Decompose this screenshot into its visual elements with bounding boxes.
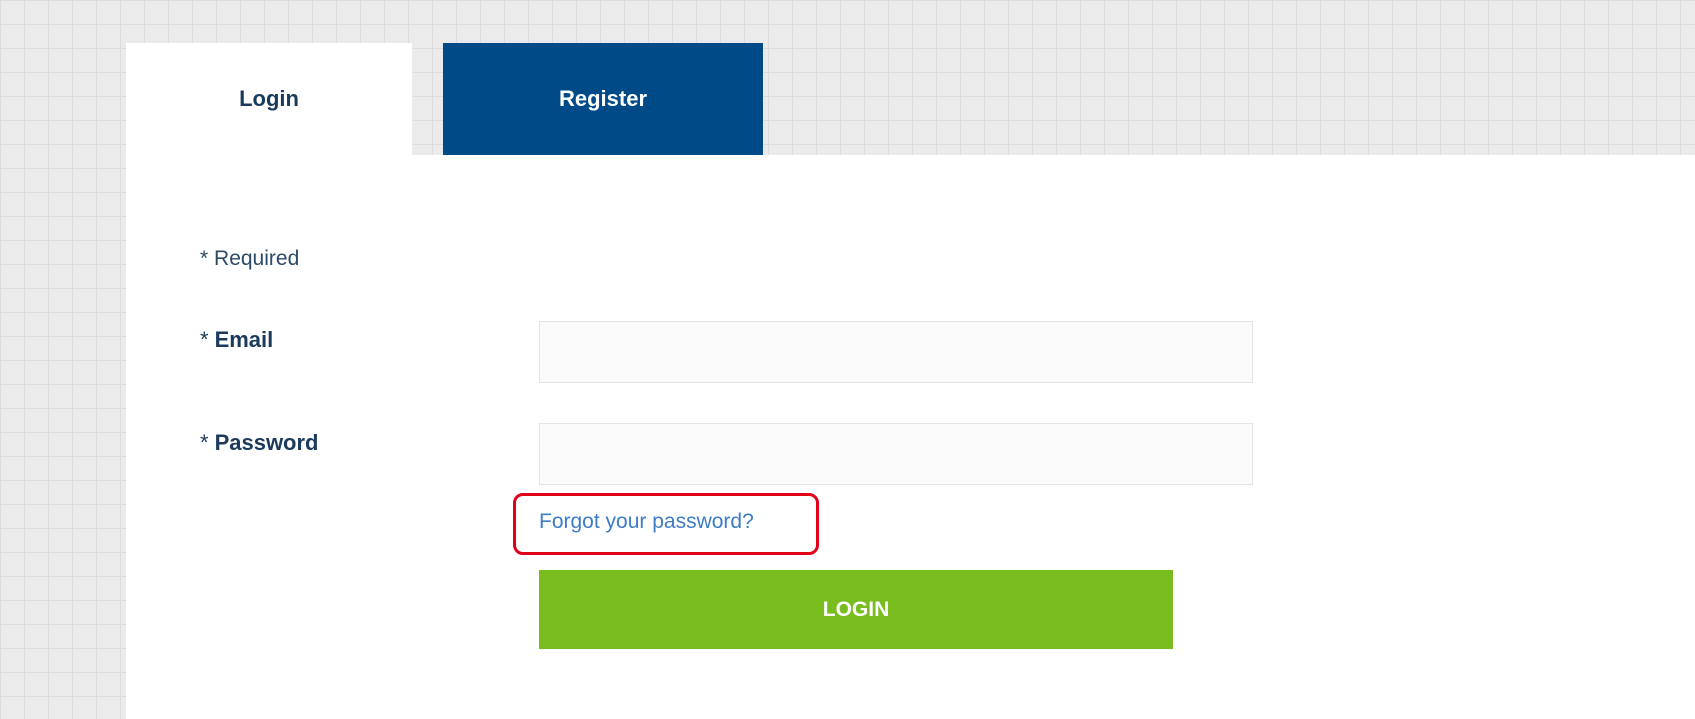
email-label-text: Email <box>214 327 274 352</box>
tab-register-label: Register <box>558 86 648 111</box>
login-button[interactable]: LOGIN <box>539 570 1173 649</box>
required-note-text: Required <box>214 247 300 270</box>
email-label: * Email <box>200 327 273 353</box>
tab-login-label: Login <box>239 86 299 111</box>
tab-login[interactable]: Login <box>126 43 412 155</box>
login-form-panel: * Required * Email * Password Forgot your … <box>126 155 1695 719</box>
password-label-text: Password <box>214 430 319 455</box>
password-field[interactable] <box>539 423 1253 485</box>
password-label: * Password <box>200 430 319 456</box>
password-required-marker: * <box>200 430 209 455</box>
required-note: * Required <box>200 247 299 271</box>
tab-register[interactable]: Register <box>443 43 763 155</box>
required-marker: * <box>200 247 209 270</box>
email-field[interactable] <box>539 321 1253 383</box>
email-required-marker: * <box>200 327 209 352</box>
forgot-password-link[interactable]: Forgot your password? <box>539 510 754 534</box>
